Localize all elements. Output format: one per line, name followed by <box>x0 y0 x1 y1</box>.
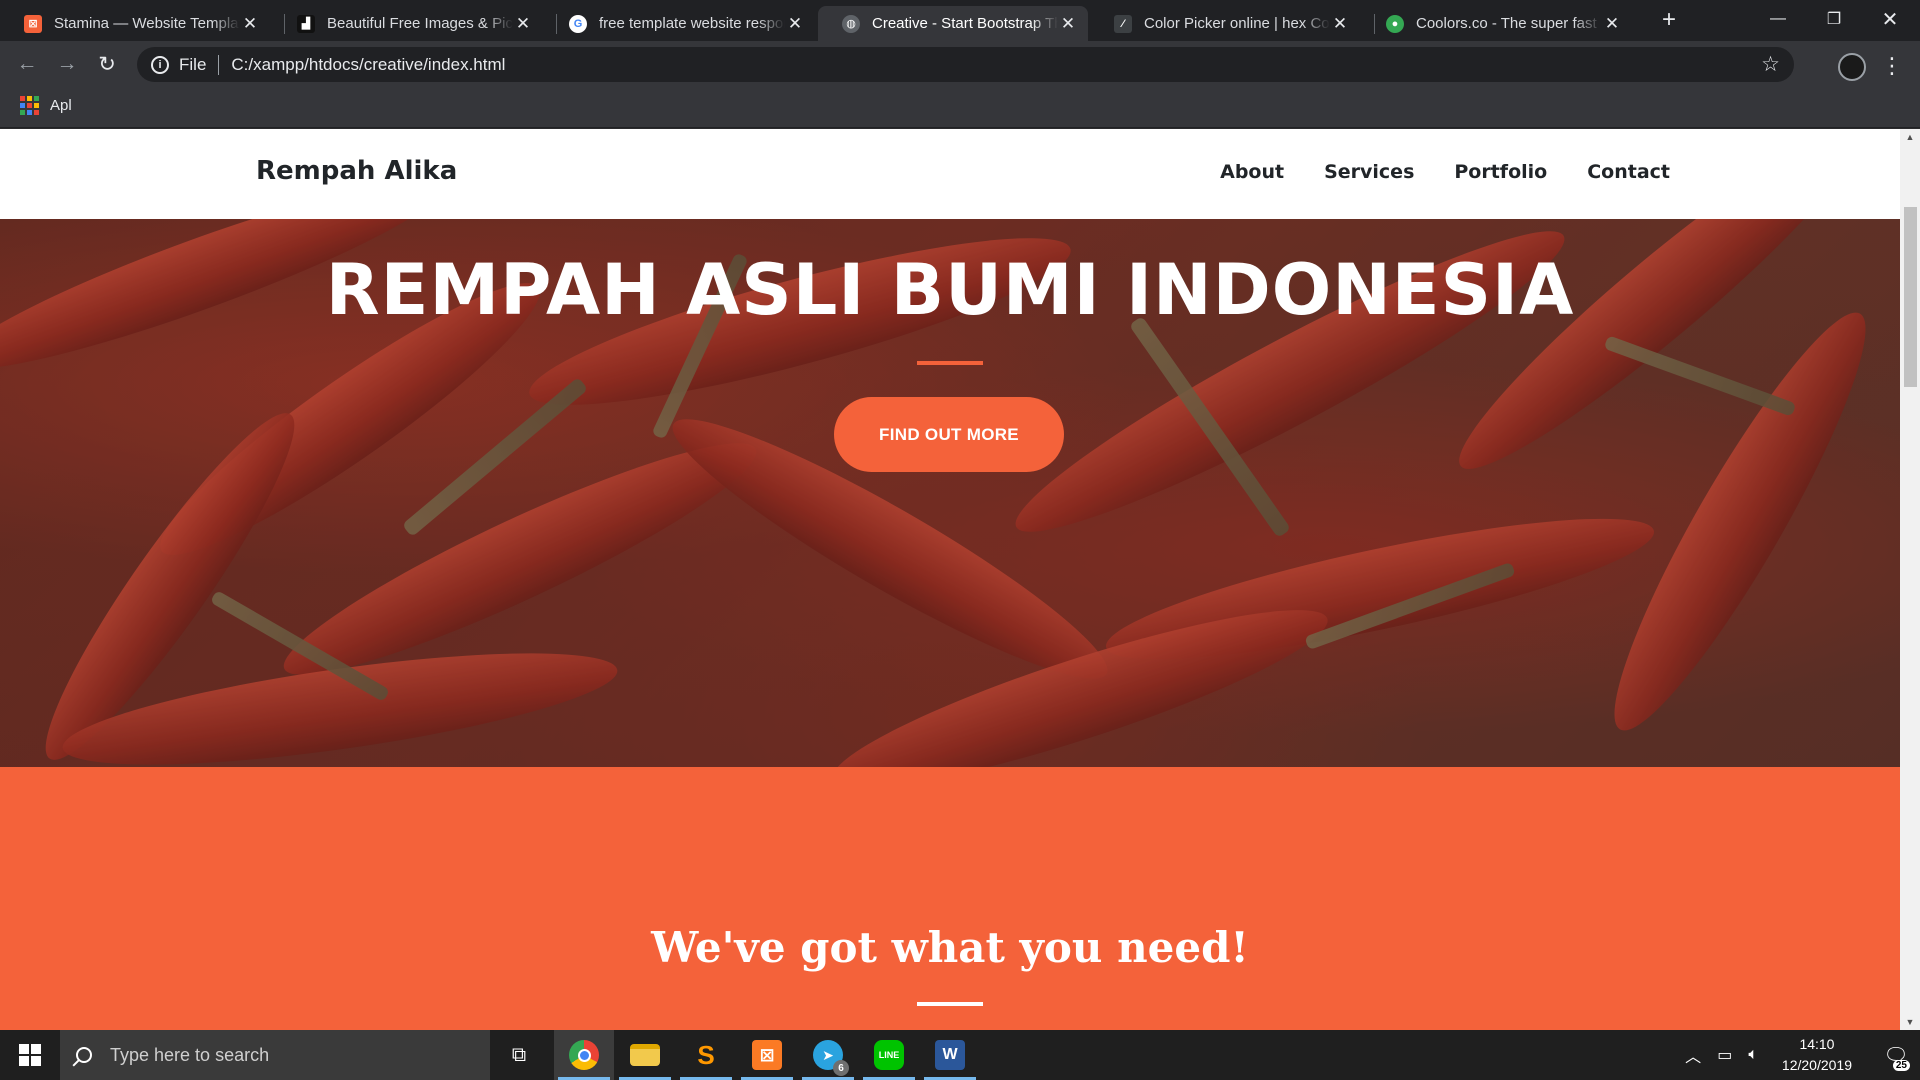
bookmark-apps[interactable]: Apl <box>20 96 72 115</box>
new-tab-plus-icon[interactable]: + <box>1655 6 1683 34</box>
xampp-favicon-icon: ⊠ <box>24 14 42 33</box>
tab-title: Color Picker online | hex Color <box>1144 15 1330 32</box>
extension-icon[interactable] <box>1838 53 1866 81</box>
tab-close-icon[interactable]: ✕ <box>240 14 260 34</box>
tab-free-images[interactable]: ▟ Beautiful Free Images & Pictures ✕ <box>273 6 543 41</box>
telegram-badge: 6 <box>833 1060 849 1076</box>
taskbar-chrome[interactable] <box>554 1030 614 1080</box>
tab-color-picker[interactable]: ⁄ Color Picker online | hex Color ✕ <box>1090 6 1360 41</box>
browser-toolbar: ← → ↻ i File C:/xampp/htdocs/creative/in… <box>0 41 1920 88</box>
telegram-icon: ➤ 6 <box>813 1040 849 1076</box>
bookmarks-bar: Apl <box>0 88 1920 128</box>
tab-title: Coolors.co - The super fast color <box>1416 15 1602 32</box>
tab-google-search[interactable]: G free template website responsive ✕ <box>545 6 815 41</box>
tab-title: Stamina — Website Template <box>54 15 240 32</box>
system-tray: ︿ ▭ 🔈︎ 14:10 12/20/2019 🗨︎ 25 <box>1685 1030 1920 1080</box>
close-window-icon[interactable]: ✕ <box>1862 0 1918 38</box>
tab-creative-active[interactable]: ◍ Creative - Start Bootstrap Theme ✕ <box>818 6 1088 41</box>
image-site-favicon-icon: ▟ <box>297 14 315 33</box>
clock-time: 14:10 <box>1799 1036 1835 1052</box>
windows-taskbar: Type here to search ⧉ S ⊠ ➤ 6 LINE W ︿ ▭… <box>0 1030 1920 1080</box>
taskbar-file-explorer[interactable] <box>615 1030 675 1080</box>
address-bar[interactable]: i File C:/xampp/htdocs/creative/index.ht… <box>137 47 1794 82</box>
page-scrollbar[interactable]: ▲ ▼ <box>1900 129 1920 1030</box>
forward-arrow-icon[interactable]: → <box>50 47 84 81</box>
site-brand[interactable]: Rempah Alika <box>256 156 457 186</box>
nav-link-portfolio[interactable]: Portfolio <box>1454 161 1547 183</box>
bookmark-apps-label: Apl <box>50 97 72 114</box>
tab-close-icon[interactable]: ✕ <box>785 14 805 34</box>
taskbar-sublime-text[interactable]: S <box>676 1030 736 1080</box>
taskbar-xampp[interactable]: ⊠ <box>737 1030 797 1080</box>
address-url[interactable]: C:/xampp/htdocs/creative/index.html <box>231 55 505 75</box>
taskbar-telegram[interactable]: ➤ 6 <box>798 1030 858 1080</box>
word-icon: W <box>935 1040 965 1070</box>
action-center-icon[interactable]: 🗨︎ 25 <box>1872 1030 1920 1080</box>
google-favicon-icon: G <box>569 14 587 33</box>
site-info-icon[interactable]: i <box>151 55 169 74</box>
nav-link-contact[interactable]: Contact <box>1587 161 1670 183</box>
battery-icon[interactable]: ▭ <box>1717 1045 1732 1065</box>
tab-title: free template website responsive <box>599 15 785 32</box>
hero-section: REMPAH ASLI BUMI INDONESIA FIND OUT MORE <box>0 219 1900 767</box>
services-title: We've got what you need! <box>651 923 1249 972</box>
taskbar-word[interactable]: W <box>920 1030 980 1080</box>
site-nav-links: About Services Portfolio Contact <box>1220 161 1670 183</box>
tab-title: Creative - Start Bootstrap Theme <box>872 15 1058 32</box>
restore-window-icon[interactable]: ❐ <box>1806 0 1862 38</box>
search-icon <box>76 1047 92 1063</box>
clock-date: 12/20/2019 <box>1781 1057 1852 1073</box>
line-icon: LINE <box>874 1040 904 1070</box>
taskbar-clock[interactable]: 14:10 12/20/2019 <box>1782 1034 1852 1076</box>
coolors-favicon-icon: ● <box>1386 14 1404 33</box>
xampp-icon: ⊠ <box>752 1040 782 1070</box>
services-section: We've got what you need! <box>0 767 1900 1030</box>
tray-chevron-up-icon[interactable]: ︿ <box>1685 1043 1701 1067</box>
globe-favicon-icon: ◍ <box>842 14 860 33</box>
sublime-text-icon: S <box>697 1039 715 1070</box>
address-scheme: File <box>179 54 207 74</box>
scroll-down-arrow-icon[interactable]: ▼ <box>1900 1014 1920 1030</box>
taskbar-line[interactable]: LINE <box>859 1030 919 1080</box>
site-navbar: Rempah Alika About Services Portfolio Co… <box>0 129 1900 219</box>
tab-title: Beautiful Free Images & Pictures <box>327 15 513 32</box>
back-arrow-icon[interactable]: ← <box>10 47 44 81</box>
nav-link-services[interactable]: Services <box>1324 161 1414 183</box>
tab-close-icon[interactable]: ✕ <box>513 14 533 34</box>
services-divider <box>917 1002 983 1006</box>
start-button[interactable] <box>0 1030 60 1080</box>
tab-close-icon[interactable]: ✕ <box>1330 14 1350 34</box>
browser-menu-icon[interactable]: ⋮ <box>1880 51 1904 81</box>
browser-tabstrip: ⊠ Stamina — Website Template ✕ ▟ Beautif… <box>0 0 1920 41</box>
page-viewport: Rempah Alika About Services Portfolio Co… <box>0 129 1920 1030</box>
folder-icon <box>630 1044 660 1066</box>
nav-link-about[interactable]: About <box>1220 161 1284 183</box>
tab-coolors[interactable]: ● Coolors.co - The super fast color ✕ <box>1362 6 1632 41</box>
chrome-icon <box>569 1040 599 1070</box>
color-picker-favicon-icon: ⁄ <box>1114 14 1132 33</box>
scrollbar-thumb[interactable] <box>1904 207 1917 387</box>
windows-logo-icon <box>19 1044 41 1066</box>
notification-count: 25 <box>1892 1060 1910 1071</box>
bookmark-star-icon[interactable]: ☆ <box>1761 52 1780 77</box>
task-view-icon[interactable]: ⧉ <box>504 1042 534 1068</box>
reload-icon[interactable]: ↻ <box>90 47 124 81</box>
hero-divider <box>917 361 983 365</box>
volume-icon[interactable]: 🔈︎ <box>1748 1046 1758 1064</box>
scroll-up-arrow-icon[interactable]: ▲ <box>1900 129 1920 145</box>
hero-title: REMPAH ASLI BUMI INDONESIA <box>325 249 1575 331</box>
find-out-more-button[interactable]: FIND OUT MORE <box>834 397 1064 472</box>
taskbar-search-placeholder: Type here to search <box>110 1044 270 1065</box>
apps-grid-icon <box>20 96 39 115</box>
tab-stamina[interactable]: ⊠ Stamina — Website Template ✕ <box>0 6 270 41</box>
taskbar-search[interactable]: Type here to search <box>60 1030 490 1080</box>
minimize-window-icon[interactable]: — <box>1750 0 1806 38</box>
tab-close-icon[interactable]: ✕ <box>1602 14 1622 34</box>
address-divider <box>218 54 220 75</box>
tab-close-icon[interactable]: ✕ <box>1058 14 1078 34</box>
